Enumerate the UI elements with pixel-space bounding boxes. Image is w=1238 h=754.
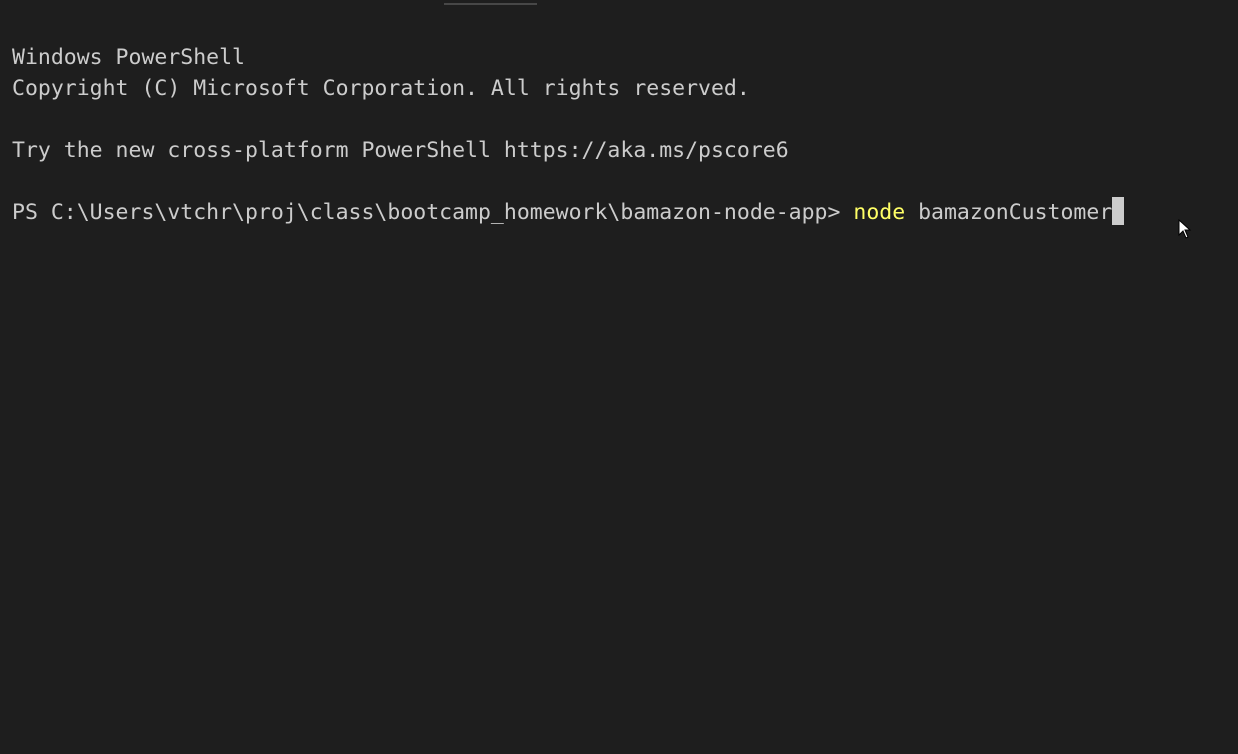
command-args: bamazonCustomer [905,200,1113,225]
mouse-pointer-icon [1178,219,1192,239]
copyright-line: Copyright (C) Microsoft Corporation. All… [12,76,750,101]
terminal-window[interactable]: Windows PowerShell Copyright (C) Microso… [0,0,1238,754]
text-cursor [1112,197,1125,225]
prompt-text: PS C:\Users\vtchr\proj\class\bootcamp_ho… [12,200,854,225]
tip-line: Try the new cross-platform PowerShell ht… [12,138,789,163]
active-tab-indicator [444,3,537,5]
prompt-line[interactable]: PS C:\Users\vtchr\proj\class\bootcamp_ho… [12,197,1226,228]
header-title-line: Windows PowerShell [12,45,245,70]
command-keyword: node [853,200,906,225]
